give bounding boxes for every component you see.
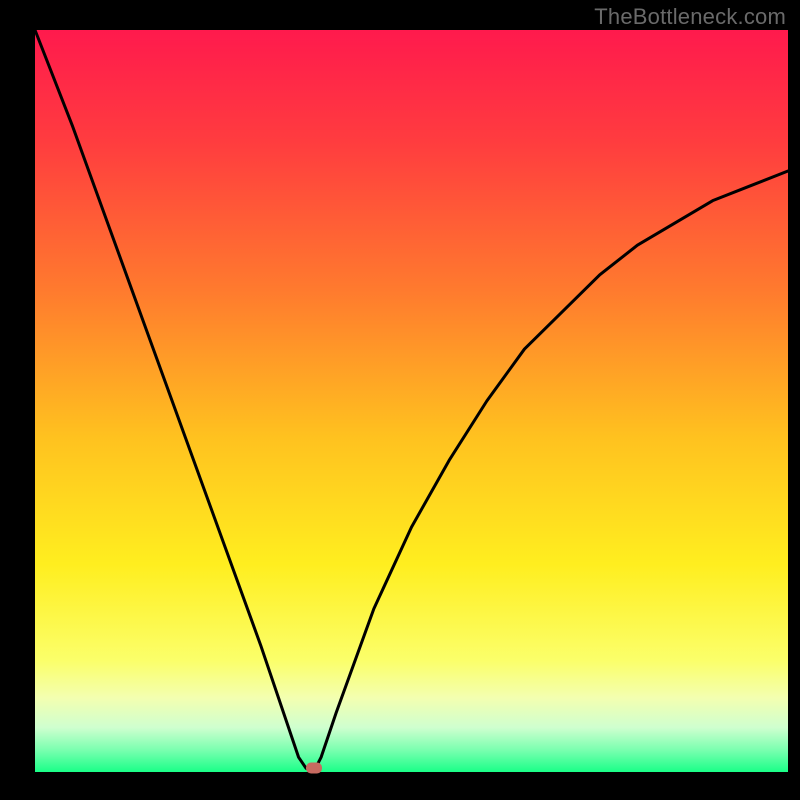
- optimum-marker: [306, 763, 322, 774]
- gradient-background: [35, 30, 788, 772]
- watermark-text: TheBottleneck.com: [594, 4, 786, 30]
- chart-frame: TheBottleneck.com: [0, 0, 800, 800]
- bottleneck-chart: [0, 0, 800, 800]
